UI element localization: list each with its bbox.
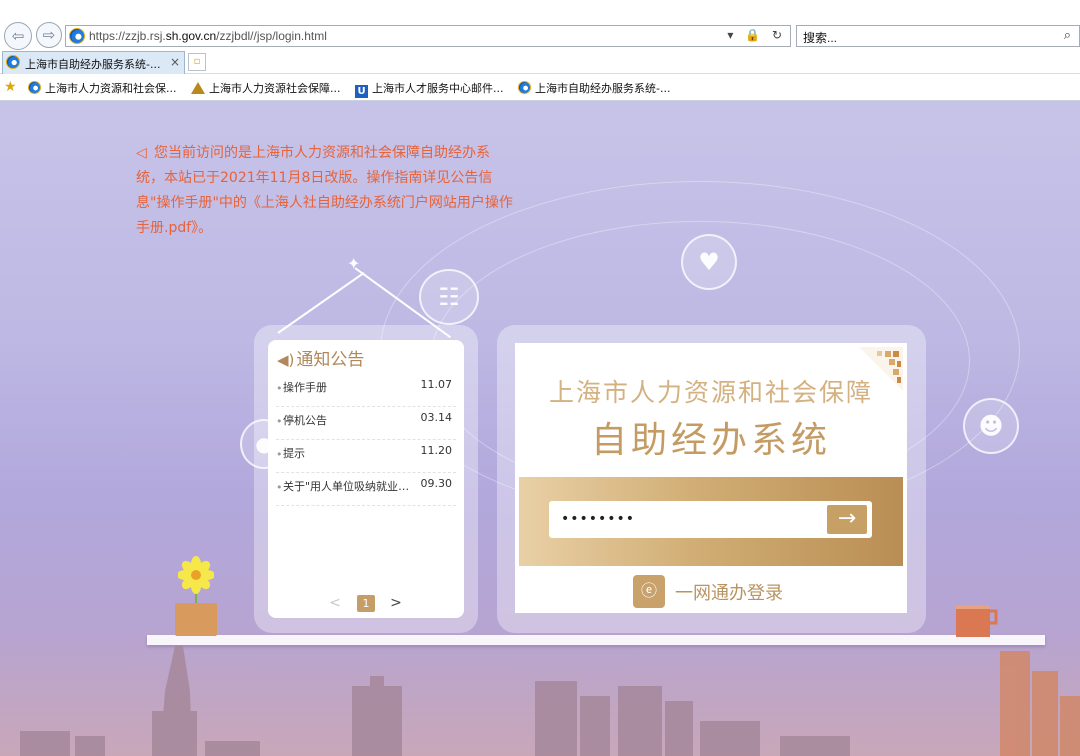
site-notice: ◁ 您当前访问的是上海市人力资源和社会保障自助经办系统，本站已于2021年11月8… xyxy=(136,141,516,241)
favorites-bar: ★ 上海市人力资源和社会保... 上海市人力资源社会保障... U 上海市人才服务… xyxy=(0,75,1080,101)
announcement-item[interactable]: • 操作手册 11.07 xyxy=(276,374,456,407)
announcement-title[interactable]: 操作手册 xyxy=(283,379,413,395)
prev-page-button[interactable]: < xyxy=(328,595,342,611)
announcement-item[interactable]: •关于"用人单位吸纳就业困难人员" 09.30 xyxy=(276,473,456,506)
login-page: ◁ 您当前访问的是上海市人力资源和社会保障自助经办系统，本站已于2021年11月8… xyxy=(0,101,1080,756)
url-toolbar-icons[interactable]: ▾ 🔒 ↻ xyxy=(727,28,786,42)
ie-page-icon xyxy=(69,28,85,44)
tab-close-icon[interactable]: × xyxy=(170,55,180,69)
announcement-date: 09.30 xyxy=(420,477,453,490)
yiwangtongban-logo-icon[interactable]: ⓔ xyxy=(633,575,665,608)
pagination: < 1 > xyxy=(328,595,418,613)
worker-helmet-icon: ☻ xyxy=(963,398,1019,454)
favorite-link-2[interactable]: 上海市人力资源社会保障... xyxy=(191,80,341,96)
ie-favorite-icon xyxy=(28,81,41,94)
notice-board: ◀) 通知公告 • 操作手册 11.07 • 停机公告 03.14 • 提示 11.20 • 关… xyxy=(268,340,464,618)
new-tab-button[interactable]: ▫ xyxy=(188,53,206,71)
speaker-icon: ◀) xyxy=(277,351,295,369)
announcement-title[interactable]: 停机公告 xyxy=(283,412,413,428)
login-panel: 上海市人力资源和社会保障 自助经办系统 •••••••• → ⓔ 一网通办登录 xyxy=(515,343,907,613)
password-field[interactable]: •••••••• → xyxy=(549,501,872,538)
announcement-date: 03.14 xyxy=(420,411,453,424)
login-title-system: 自助经办系统 xyxy=(590,420,831,461)
notice-board-title: ◀) 通知公告 xyxy=(277,350,365,370)
url-text: https://zzjb.rsj.sh.gov.cn/zzjbdl//jsp/l… xyxy=(89,29,327,43)
u-logo-icon: U xyxy=(355,85,368,98)
bullet-icon: • xyxy=(276,481,283,494)
new-tab-icon: ▫ xyxy=(193,56,201,67)
back-arrow-icon: ⇦ xyxy=(11,27,25,45)
announcement-date: 11.20 xyxy=(420,444,453,457)
browser-tab-active[interactable]: 上海市自助经办服务系统-... × xyxy=(2,51,185,74)
announcement-list: • 操作手册 11.07 • 停机公告 03.14 • 提示 11.20 • 关于"用人单位吸… xyxy=(276,374,456,506)
announcement-title[interactable]: 关于"用人单位吸纳就业困难人员" xyxy=(283,478,413,494)
search-placeholder: 搜索... xyxy=(803,31,838,45)
bullet-icon: • xyxy=(276,448,283,461)
push-pin-icon: ✦ xyxy=(347,254,361,273)
browser-search-field[interactable]: 搜索... ⌕ xyxy=(796,25,1080,47)
search-icon[interactable]: ⌕ xyxy=(1064,28,1071,43)
announcement-title[interactable]: 提示 xyxy=(283,445,413,461)
document-search-icon: ☷ xyxy=(419,269,479,325)
favorites-star-icon[interactable]: ★ xyxy=(4,79,17,95)
favorite-link-1[interactable]: 上海市人力资源和社会保... xyxy=(28,80,177,96)
yiwangtongban-login-link[interactable]: 一网通办登录 xyxy=(675,579,783,605)
forward-button[interactable]: ⇨ xyxy=(36,22,62,48)
bullet-icon: • xyxy=(276,415,283,428)
password-value: •••••••• xyxy=(561,511,636,527)
favorite-link-4[interactable]: 上海市自助经办服务系统-... xyxy=(518,80,670,96)
login-input-band: •••••••• → xyxy=(519,477,903,566)
ie-tab-icon xyxy=(6,55,20,69)
back-button[interactable]: ⇦ xyxy=(4,22,32,50)
next-page-button[interactable]: > xyxy=(389,595,403,611)
url-field[interactable]: https://zzjb.rsj.sh.gov.cn/zzjbdl//jsp/l… xyxy=(65,25,791,47)
flower-icon xyxy=(178,556,214,604)
page-number-current[interactable]: 1 xyxy=(357,595,375,612)
announcement-item[interactable]: • 提示 11.20 xyxy=(276,440,456,473)
flower-pot xyxy=(175,603,217,636)
forward-arrow-icon: ⇨ xyxy=(42,26,56,44)
mug-icon xyxy=(956,605,998,637)
site-logo-icon xyxy=(191,82,205,94)
login-title-org: 上海市人力资源和社会保障 xyxy=(548,378,873,407)
megaphone-icon: ◁ xyxy=(136,145,147,161)
ie-favorite-icon xyxy=(518,81,531,94)
tab-title: 上海市自助经办服务系统-... xyxy=(25,58,161,71)
bullet-icon: • xyxy=(276,382,283,395)
hands-heart-icon: ♥ xyxy=(681,234,737,290)
favorite-link-3[interactable]: U 上海市人才服务中心邮件... xyxy=(355,80,504,98)
login-submit-button[interactable]: → xyxy=(827,505,867,534)
announcement-date: 11.07 xyxy=(420,378,453,391)
announcement-item[interactable]: • 停机公告 03.14 xyxy=(276,407,456,440)
browser-address-bar: ⇦ ⇨ https://zzjb.rsj.sh.gov.cn/zzjbdl//j… xyxy=(0,0,1080,50)
city-skyline xyxy=(20,646,1080,756)
tab-bar: 上海市自助经办服务系统-... × ▫ xyxy=(0,50,1080,74)
